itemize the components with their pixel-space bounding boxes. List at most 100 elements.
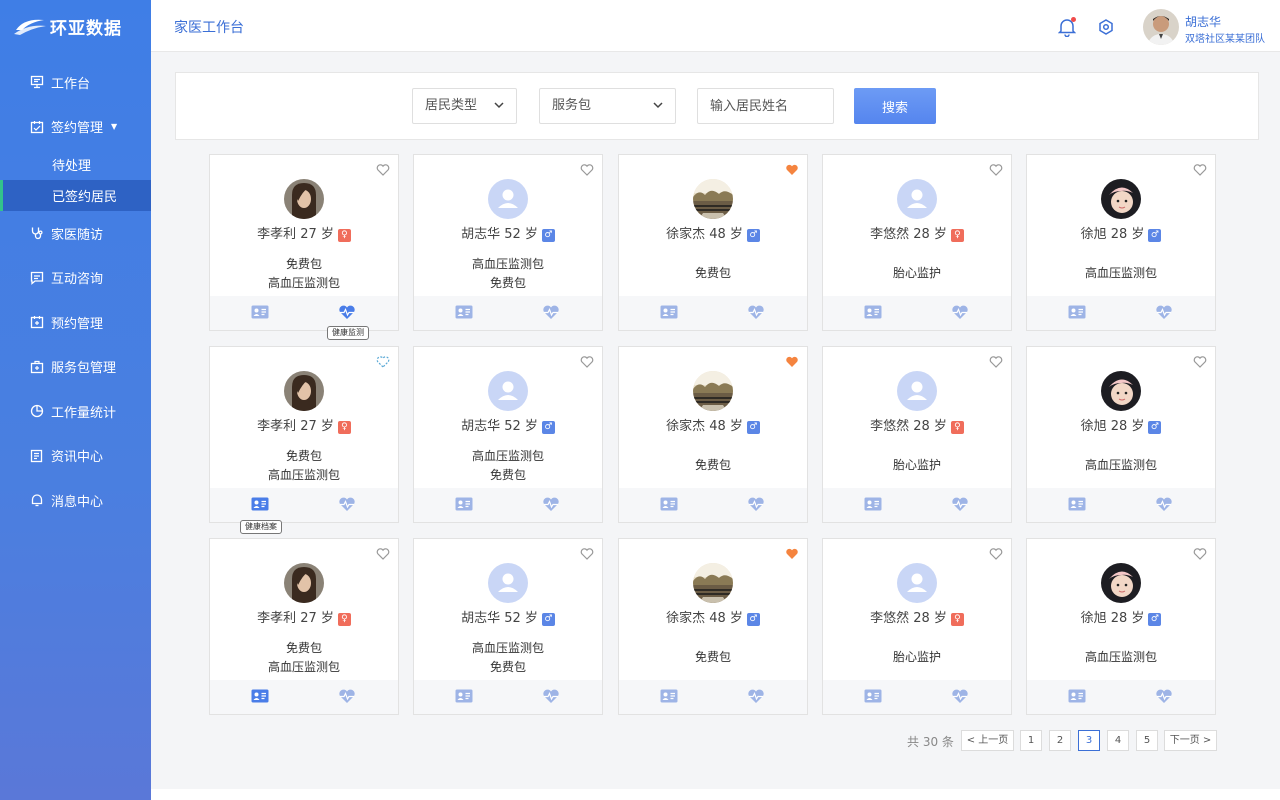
service-package-label: 高血压监测包: [267, 276, 340, 290]
settings-gear-icon[interactable]: [1097, 18, 1115, 36]
health-record-icon[interactable]: [1068, 689, 1086, 703]
health-record-icon[interactable]: [455, 305, 473, 319]
health-record-icon[interactable]: [251, 305, 269, 319]
health-monitor-icon[interactable]: [1155, 688, 1173, 704]
service-package-select[interactable]: 服务包: [539, 88, 676, 124]
card-actions: [619, 296, 807, 330]
health-monitor-icon[interactable]: [747, 688, 765, 704]
page-button-3[interactable]: 3: [1078, 730, 1100, 751]
resident-name: 李孝利: [257, 419, 301, 434]
page-button-4[interactable]: 4: [1107, 730, 1129, 751]
search-button[interactable]: 搜索: [854, 88, 936, 124]
sidebar-subitem-0[interactable]: 待处理: [0, 149, 151, 180]
health-record-icon[interactable]: [660, 305, 678, 319]
user-avatar[interactable]: [1143, 9, 1179, 45]
resident-card[interactable]: 徐旭 28 岁 ♂ 高血压监测包: [1026, 538, 1216, 715]
favorite-filled-icon[interactable]: [785, 547, 799, 561]
health-record-icon[interactable]: [864, 497, 882, 511]
service-package-label: 高血压监测包: [1084, 266, 1157, 280]
favorite-icon[interactable]: [989, 355, 1003, 369]
sidebar-item-8[interactable]: 消息中心: [0, 478, 151, 523]
sidebar-item-7[interactable]: 资讯中心: [0, 434, 151, 479]
favorite-icon[interactable]: [1193, 355, 1207, 369]
resident-card[interactable]: 李孝利 27 岁 ♀ 免费包 高血压监测包: [209, 538, 399, 715]
favorite-icon[interactable]: [1193, 547, 1207, 561]
resident-type-select[interactable]: 居民类型: [412, 88, 517, 124]
health-monitor-icon[interactable]: [542, 688, 560, 704]
health-monitor-icon[interactable]: [1155, 496, 1173, 512]
health-monitor-icon[interactable]: [338, 304, 356, 320]
health-record-icon[interactable]: [660, 497, 678, 511]
health-record-icon[interactable]: [864, 305, 882, 319]
resident-card[interactable]: 胡志华 52 岁 ♂ 高血压监测包 免费包: [413, 154, 603, 331]
health-record-icon[interactable]: [251, 689, 269, 703]
favorite-icon[interactable]: [989, 547, 1003, 561]
health-monitor-icon[interactable]: [542, 496, 560, 512]
favorite-filled-icon[interactable]: [785, 355, 799, 369]
resident-age: 27 岁: [300, 611, 334, 626]
health-record-icon[interactable]: [660, 689, 678, 703]
health-record-icon[interactable]: [1068, 305, 1086, 319]
health-record-icon[interactable]: [864, 689, 882, 703]
service-package-label: 免费包: [489, 468, 526, 482]
page-button-2[interactable]: 2: [1049, 730, 1071, 751]
resident-card[interactable]: 李悠然 28 岁 ♀ 胎心监护: [822, 346, 1012, 523]
favorite-icon[interactable]: [989, 163, 1003, 177]
page-button-5[interactable]: 5: [1136, 730, 1158, 751]
resident-avatar: [284, 179, 324, 219]
resident-card[interactable]: 李孝利 27 岁 ♀ 免费包 高血压监测包: [209, 154, 399, 331]
resident-card[interactable]: 徐旭 28 岁 ♂ 高血压监测包: [1026, 346, 1216, 523]
resident-card[interactable]: 胡志华 52 岁 ♂ 高血压监测包 免费包: [413, 538, 603, 715]
resident-card[interactable]: 李悠然 28 岁 ♀ 胎心监护: [822, 538, 1012, 715]
resident-card[interactable]: 徐家杰 48 岁 ♂ 免费包: [618, 346, 808, 523]
sidebar-item-6[interactable]: 工作量统计: [0, 389, 151, 434]
resident-card[interactable]: 徐家杰 48 岁 ♂ 免费包: [618, 538, 808, 715]
health-monitor-icon[interactable]: [1155, 304, 1173, 320]
health-monitor-icon[interactable]: [951, 304, 969, 320]
favorite-loading-icon[interactable]: [376, 355, 390, 369]
health-monitor-icon[interactable]: [542, 304, 560, 320]
sidebar-item-3[interactable]: 互动咨询: [0, 256, 151, 301]
health-monitor-icon[interactable]: [747, 496, 765, 512]
resident-age: 28 岁: [913, 227, 947, 242]
health-monitor-icon[interactable]: [951, 688, 969, 704]
sidebar-item-4[interactable]: 预约管理: [0, 300, 151, 345]
health-record-icon[interactable]: [251, 497, 269, 511]
health-monitor-icon[interactable]: [747, 304, 765, 320]
resident-card[interactable]: 徐旭 28 岁 ♂ 高血压监测包: [1026, 154, 1216, 331]
favorite-icon[interactable]: [1193, 163, 1207, 177]
resident-card[interactable]: 李悠然 28 岁 ♀ 胎心监护: [822, 154, 1012, 331]
health-monitor-icon[interactable]: [951, 496, 969, 512]
sidebar-item-2[interactable]: 家医随访: [0, 211, 151, 256]
sidebar-subitem-1[interactable]: 已签约居民: [0, 180, 151, 211]
calendar-icon: [30, 315, 44, 329]
resident-name-input[interactable]: [697, 88, 834, 124]
resident-age: 27 岁: [300, 419, 334, 434]
user-name: 胡志华: [1185, 15, 1222, 29]
health-record-icon[interactable]: [455, 689, 473, 703]
favorite-filled-icon[interactable]: [785, 163, 799, 177]
favorite-icon[interactable]: [376, 163, 390, 177]
resident-card[interactable]: 胡志华 52 岁 ♂ 高血压监测包 免费包: [413, 346, 603, 523]
health-monitor-icon[interactable]: [338, 496, 356, 512]
resident-age: 52 岁: [504, 611, 538, 626]
next-page-button[interactable]: 下一页 >: [1164, 730, 1217, 751]
sidebar-item-5[interactable]: 服务包管理: [0, 345, 151, 390]
sidebar-item-1[interactable]: 签约管理 ▼: [0, 105, 151, 150]
favorite-icon[interactable]: [580, 163, 594, 177]
favorite-icon[interactable]: [376, 547, 390, 561]
health-record-icon[interactable]: [1068, 497, 1086, 511]
health-record-icon[interactable]: [455, 497, 473, 511]
logo-icon: [14, 19, 46, 35]
notification-bell-icon[interactable]: [1057, 17, 1077, 38]
prev-page-button[interactable]: < 上一页: [961, 730, 1014, 751]
resident-card[interactable]: 李孝利 27 岁 ♀ 免费包 高血压监测包: [209, 346, 399, 523]
health-monitor-icon[interactable]: [338, 688, 356, 704]
sidebar-item-0[interactable]: 工作台: [0, 60, 151, 105]
resident-card[interactable]: 徐家杰 48 岁 ♂ 免费包: [618, 154, 808, 331]
favorite-icon[interactable]: [580, 547, 594, 561]
service-package-label: 胎心监护: [892, 266, 941, 280]
favorite-icon[interactable]: [580, 355, 594, 369]
resident-info: 徐家杰 48 岁 ♂: [619, 223, 807, 242]
page-button-1[interactable]: 1: [1020, 730, 1042, 751]
